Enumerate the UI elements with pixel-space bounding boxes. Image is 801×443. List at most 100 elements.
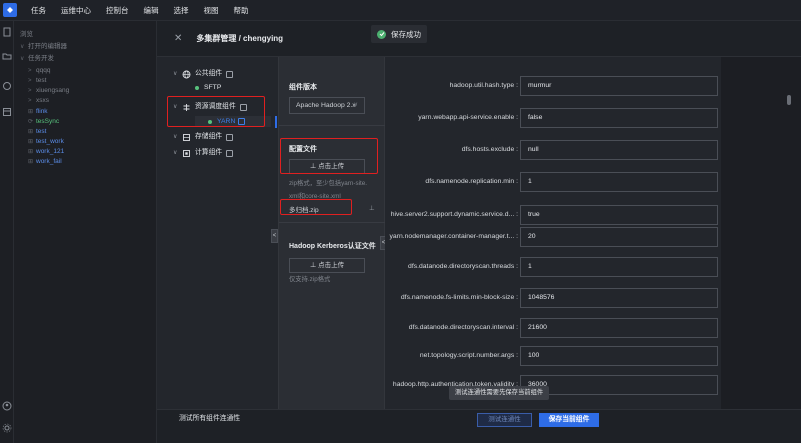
- compute-icon: [183, 149, 190, 157]
- resource-icon: [183, 103, 190, 111]
- divider: [279, 222, 386, 223]
- workflow-icon: ⊞: [28, 129, 34, 135]
- status-dot-icon: [195, 86, 199, 90]
- property-row: hive.server2.support.dynamic.service.d..…: [385, 205, 721, 225]
- component-yarn[interactable]: YARN: [195, 116, 271, 127]
- app-logo-icon: [3, 3, 17, 17]
- file-icon[interactable]: [2, 27, 12, 37]
- component-group-public[interactable]: ∨ 公共组件: [173, 68, 234, 80]
- test-tooltip: 测试连通性需要先保存当前组件: [449, 386, 550, 400]
- tree-item[interactable]: ⊞ test_work: [28, 137, 64, 147]
- property-row: dfs.hosts.exclude : null: [385, 140, 721, 160]
- download-icon[interactable]: ⊥: [369, 204, 375, 212]
- workflow-icon: ⊞: [28, 149, 34, 155]
- component-group-storage[interactable]: ∨ 存储组件: [173, 131, 234, 143]
- chevron-down-icon: ∨: [173, 134, 178, 140]
- tree-item[interactable]: > qqqq: [28, 66, 50, 76]
- menu-task[interactable]: 任务: [31, 5, 46, 16]
- tree-item[interactable]: ⊞ flink: [28, 107, 48, 117]
- tree-task-dev[interactable]: ∨ 任务开发: [20, 54, 54, 64]
- menu-ops-center[interactable]: 运维中心: [61, 5, 91, 16]
- property-input[interactable]: false: [520, 108, 718, 128]
- property-input[interactable]: null: [520, 140, 718, 160]
- activity-rail: [0, 21, 14, 443]
- add-component-icon[interactable]: [239, 103, 247, 111]
- component-sftp[interactable]: SFTP: [195, 82, 221, 94]
- tree-item[interactable]: ⊞ work_fail: [28, 157, 62, 167]
- table-icon[interactable]: [2, 107, 12, 117]
- kerberos-hint: 仅支持.zip格式: [289, 276, 331, 283]
- property-row: net.topology.script.number.args : 100: [385, 346, 721, 366]
- config-panel: 组件版本 Apache Hadoop 2.x ∨ 配置文件 ⊥ 点击上传 zip…: [278, 57, 386, 409]
- chevron-down-icon: ∨: [173, 71, 178, 77]
- collapse-left-icon[interactable]: <: [271, 229, 278, 243]
- property-row: yarn.webapp.api-service.enable : false: [385, 108, 721, 128]
- function-icon[interactable]: [2, 81, 12, 91]
- menu-select[interactable]: 选择: [174, 5, 189, 16]
- property-row: hadoop.util.hash.type : murmur: [385, 76, 721, 96]
- property-input[interactable]: murmur: [520, 76, 718, 96]
- config-hint-line-2: xml和core-site.xml: [289, 193, 341, 200]
- tree-browse[interactable]: 浏览: [20, 30, 33, 40]
- property-input[interactable]: 36000: [520, 375, 718, 395]
- property-input[interactable]: true: [520, 205, 718, 225]
- scroll-area: [721, 57, 801, 409]
- test-all-components-link[interactable]: 测试所有组件连通性: [179, 410, 240, 428]
- menu-console[interactable]: 控制台: [106, 5, 129, 16]
- property-row: hadoop.http.authentication.token.validit…: [385, 375, 721, 395]
- add-component-icon[interactable]: [226, 133, 234, 141]
- dialog-footer: 测试所有组件连通性 测试连通性 保存当前组件: [157, 409, 801, 443]
- sync-icon: ⟳: [28, 119, 34, 125]
- property-row: dfs.namenode.fs-limits.min-block-size : …: [385, 288, 721, 308]
- user-icon[interactable]: [2, 401, 12, 411]
- success-toast: 保存成功: [371, 25, 427, 43]
- config-file-title: 配置文件: [289, 146, 317, 153]
- component-group-compute[interactable]: ∨ 计算组件: [173, 147, 234, 159]
- property-input[interactable]: 1: [520, 172, 718, 192]
- property-input[interactable]: 1: [520, 257, 718, 277]
- menu-help[interactable]: 帮助: [234, 5, 249, 16]
- add-component-icon[interactable]: [226, 149, 234, 157]
- property-input[interactable]: 20: [520, 227, 718, 247]
- dialog-title: 多集群管理 / chengying: [196, 34, 284, 43]
- tree-item[interactable]: ⊞ test: [28, 127, 46, 137]
- config-file-name[interactable]: 多归档.zip: [289, 204, 319, 214]
- save-component-button[interactable]: 保存当前组件: [539, 413, 599, 427]
- component-group-resource[interactable]: ∨ 资源调度组件: [173, 101, 247, 113]
- property-row: dfs.namenode.replication.min : 1: [385, 172, 721, 192]
- property-row: dfs.datanode.directoryscan.threads : 1: [385, 257, 721, 277]
- property-row: yarn.nodemanager.container-manager.t... …: [385, 227, 721, 247]
- menu-edit[interactable]: 编辑: [144, 5, 159, 16]
- upload-icon: ⊥: [309, 262, 317, 269]
- kerberos-upload-button[interactable]: ⊥ 点击上传: [289, 258, 365, 273]
- tree-item[interactable]: ⊞ work_121: [28, 147, 64, 157]
- chevron-down-icon: ∨: [353, 102, 358, 108]
- test-connectivity-button[interactable]: 测试连通性: [477, 413, 532, 427]
- add-component-icon[interactable]: [226, 70, 234, 78]
- divider: [279, 125, 386, 126]
- tree-item[interactable]: > test: [28, 76, 46, 86]
- check-circle-icon: [377, 29, 386, 39]
- tree-item[interactable]: > xsxs: [28, 96, 49, 106]
- kerberos-title: Hadoop Kerberos认证文件: [289, 243, 376, 250]
- version-section-title: 组件版本: [289, 84, 317, 91]
- storage-icon: [183, 133, 190, 141]
- tree-item[interactable]: ⟳ tesSync: [28, 117, 59, 127]
- menubar: 任务 运维中心 控制台 编辑 选择 视图 帮助: [0, 0, 801, 21]
- tree-open-editors[interactable]: ∨ 打开的编辑器: [20, 42, 67, 52]
- menu-view[interactable]: 视图: [204, 5, 219, 16]
- property-input[interactable]: 21600: [520, 318, 718, 338]
- version-select[interactable]: Apache Hadoop 2.x ∨: [289, 97, 365, 114]
- component-settings-icon[interactable]: [238, 118, 246, 125]
- settings-icon[interactable]: [2, 423, 12, 433]
- chevron-down-icon: ∨: [173, 104, 178, 110]
- folder-icon[interactable]: [2, 51, 12, 61]
- close-icon[interactable]: ✕: [174, 33, 182, 44]
- upload-icon: ⊥: [309, 163, 317, 170]
- tree-item[interactable]: > xiuengsang: [28, 86, 69, 96]
- config-upload-button[interactable]: ⊥ 点击上传: [289, 159, 365, 174]
- explorer-tree: 浏览 ∨ 打开的编辑器 ∨ 任务开发 > qqqq > test > xiuengsang…: [14, 21, 157, 443]
- property-input[interactable]: 100: [520, 346, 718, 366]
- scrollbar-thumb[interactable]: [787, 95, 791, 105]
- property-input[interactable]: 1048576: [520, 288, 718, 308]
